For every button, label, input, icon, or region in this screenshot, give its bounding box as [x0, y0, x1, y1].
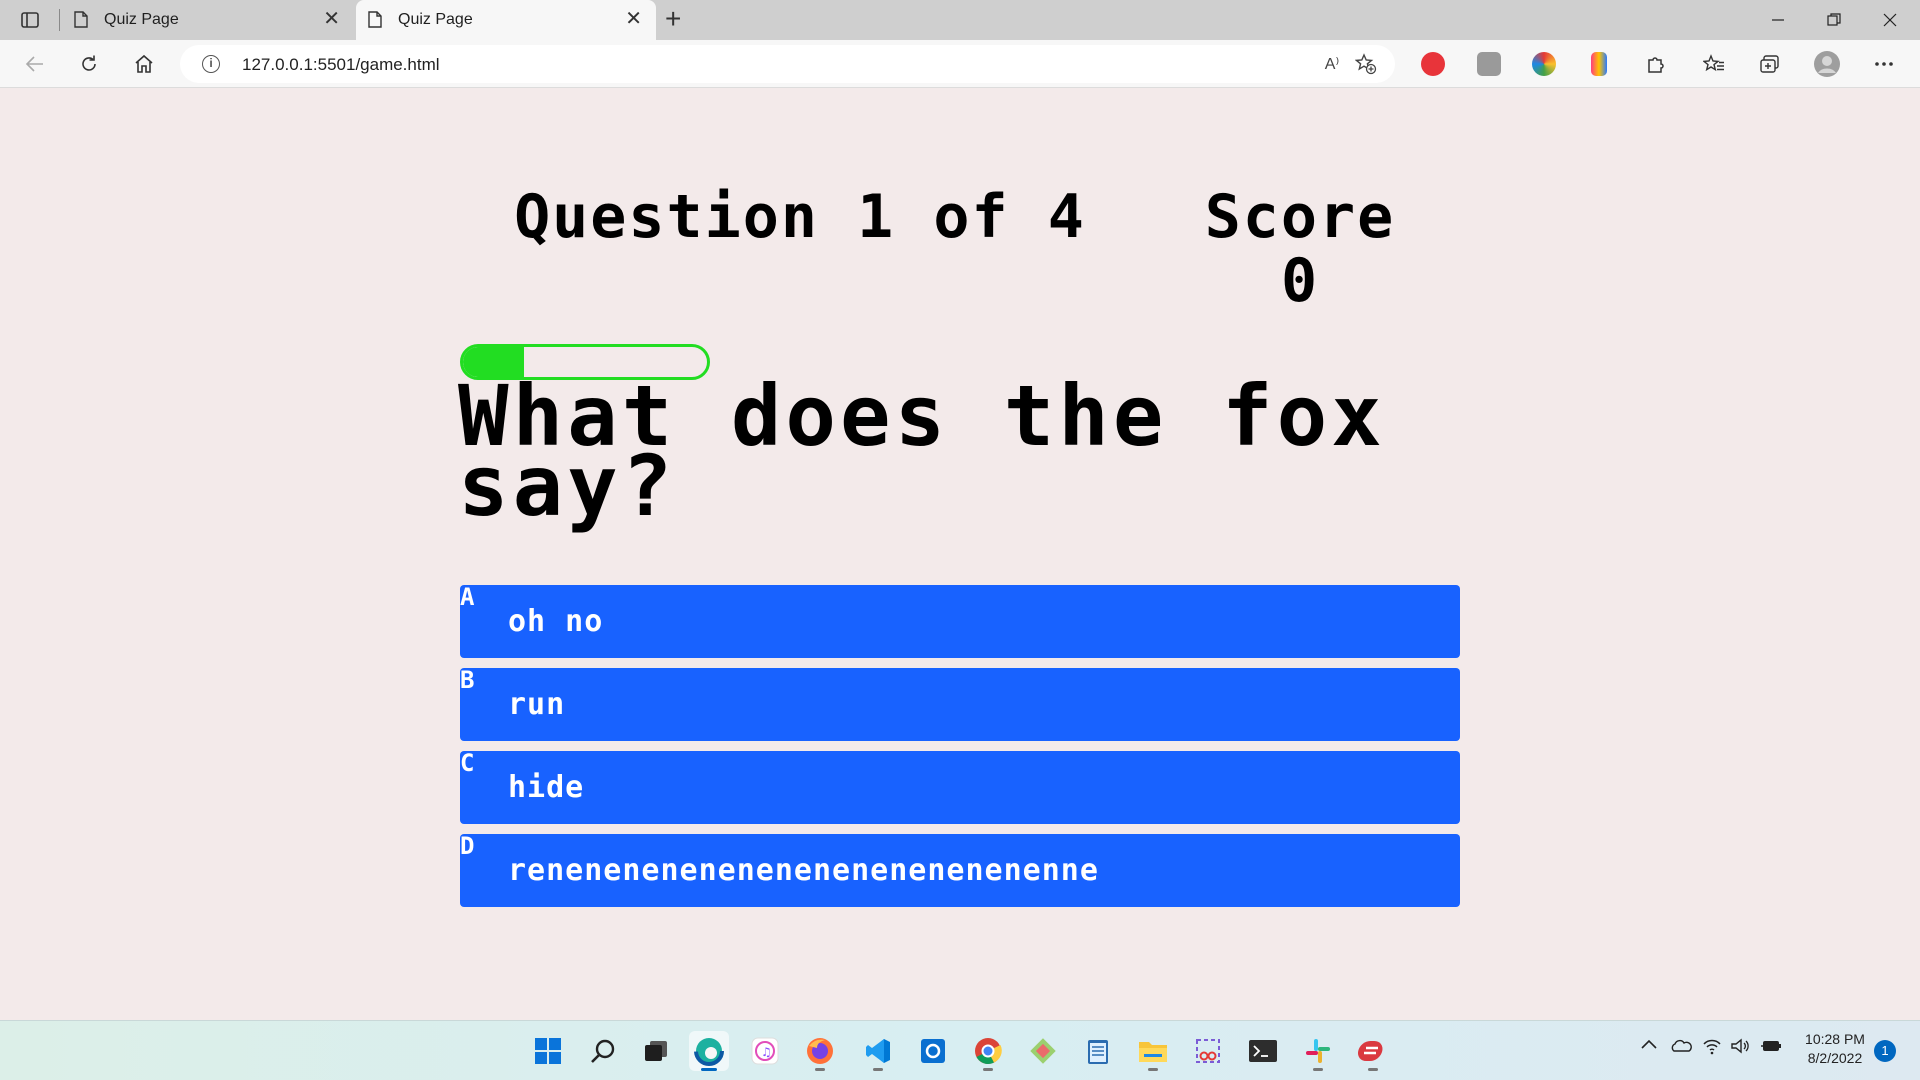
- express-vpn-icon[interactable]: [1353, 1031, 1393, 1071]
- tab-title: Quiz Page: [398, 11, 473, 28]
- firefox-icon[interactable]: [800, 1031, 840, 1071]
- minimize-button[interactable]: [1750, 4, 1806, 36]
- running-indicator: [1313, 1068, 1323, 1071]
- tab-actions-icon[interactable]: [16, 7, 44, 33]
- choice-c-button[interactable]: C hide: [460, 751, 1460, 824]
- system-clock[interactable]: 10:28 PM 8/2/2022: [1800, 1030, 1870, 1068]
- volume-icon[interactable]: [1730, 1037, 1750, 1060]
- choice-letter: D: [460, 832, 475, 860]
- git-icon[interactable]: [1023, 1031, 1063, 1071]
- question-counter: Question 1 of 4: [514, 182, 1086, 252]
- choice-letter: C: [460, 749, 475, 777]
- slack-icon[interactable]: [1298, 1031, 1338, 1071]
- collections-icon[interactable]: [1753, 48, 1787, 80]
- tab-quiz-page-2[interactable]: Quiz Page ✕: [356, 0, 656, 40]
- onedrive-icon[interactable]: [1670, 1039, 1692, 1058]
- running-indicator: [983, 1068, 993, 1071]
- vscode-icon[interactable]: [858, 1031, 898, 1071]
- choice-a-button[interactable]: A oh no: [460, 585, 1460, 658]
- add-favorite-icon[interactable]: [1352, 51, 1380, 77]
- more-menu-icon[interactable]: [1867, 48, 1901, 80]
- address-bar[interactable]: i 127.0.0.1:5501/game.html A⁾: [180, 45, 1395, 83]
- favorites-icon[interactable]: [1697, 48, 1731, 80]
- refresh-button[interactable]: [72, 48, 106, 80]
- choice-letter: A: [460, 583, 475, 611]
- tab-separator: [59, 9, 60, 31]
- choice-b-button[interactable]: B run: [460, 668, 1460, 741]
- file-explorer-icon[interactable]: [1133, 1031, 1173, 1071]
- question-text: What does the fox say?: [458, 367, 1386, 535]
- page-icon: [74, 11, 88, 28]
- notification-badge[interactable]: 1: [1874, 1040, 1896, 1062]
- quiz-page: Question 1 of 4 Score 0 What does the fo…: [0, 89, 1920, 1020]
- running-indicator: [815, 1068, 825, 1071]
- running-indicator: [873, 1068, 883, 1071]
- svg-text:♫: ♫: [761, 1045, 772, 1059]
- choice-letter: B: [460, 666, 475, 694]
- choice-d-button[interactable]: D renenenenenenenenenenenenenenne: [460, 834, 1460, 907]
- extension-color-wheel-icon[interactable]: [1532, 52, 1556, 76]
- task-view-icon[interactable]: [636, 1031, 676, 1071]
- wifi-icon[interactable]: [1702, 1037, 1722, 1060]
- active-indicator: [701, 1068, 717, 1071]
- close-window-button[interactable]: [1862, 4, 1918, 36]
- edge-icon[interactable]: [689, 1031, 729, 1071]
- browser-toolbar: i 127.0.0.1:5501/game.html A⁾: [0, 40, 1920, 88]
- home-button[interactable]: [127, 48, 161, 80]
- extension-gray-icon[interactable]: [1477, 52, 1501, 76]
- site-info-icon[interactable]: i: [202, 55, 220, 73]
- profile-avatar[interactable]: [1810, 48, 1844, 80]
- url-text[interactable]: 127.0.0.1:5501/game.html: [242, 55, 440, 75]
- chrome-icon[interactable]: [968, 1031, 1008, 1071]
- extension-colorful-icon[interactable]: [1591, 52, 1607, 76]
- start-icon[interactable]: [528, 1031, 568, 1071]
- tab-close-button[interactable]: ✕: [625, 9, 642, 29]
- page-icon: [368, 11, 382, 28]
- score-display: Score 0: [1130, 185, 1470, 313]
- clock-time: 10:28 PM: [1805, 1031, 1865, 1047]
- tab-close-button[interactable]: ✕: [323, 9, 340, 29]
- clock-date: 8/2/2022: [1807, 1050, 1863, 1066]
- back-button[interactable]: [18, 48, 52, 80]
- extensions-puzzle-icon[interactable]: [1638, 48, 1672, 80]
- running-indicator: [1368, 1068, 1378, 1071]
- snipping-tool-icon[interactable]: [1188, 1031, 1228, 1071]
- score-value: 0: [1280, 246, 1320, 316]
- choice-text: oh no: [508, 604, 604, 639]
- restore-button[interactable]: [1806, 4, 1862, 36]
- running-indicator: [1148, 1068, 1158, 1071]
- tab-quiz-page-1[interactable]: Quiz Page ✕: [62, 0, 354, 40]
- battery-icon[interactable]: [1760, 1037, 1782, 1060]
- outlook-icon[interactable]: [913, 1031, 953, 1071]
- new-tab-button[interactable]: +: [665, 5, 681, 33]
- choice-text: run: [508, 687, 566, 722]
- browser-tab-bar: Quiz Page ✕ Quiz Page ✕ +: [0, 0, 1920, 40]
- search-icon[interactable]: [583, 1031, 623, 1071]
- express-vpn-extension-icon[interactable]: [1421, 52, 1445, 76]
- tray-overflow-icon[interactable]: [1640, 1037, 1658, 1056]
- choice-text: renenenenenenenenenenenenenenne: [508, 853, 1099, 888]
- terminal-icon[interactable]: [1243, 1031, 1283, 1071]
- score-label: Score: [1204, 182, 1396, 252]
- tab-title: Quiz Page: [104, 11, 179, 28]
- windows-taskbar: ♫: [0, 1020, 1920, 1080]
- read-aloud-icon[interactable]: A⁾: [1318, 51, 1346, 77]
- itunes-icon[interactable]: ♫: [745, 1031, 785, 1071]
- notepad-icon[interactable]: [1078, 1031, 1118, 1071]
- choice-text: hide: [508, 770, 585, 805]
